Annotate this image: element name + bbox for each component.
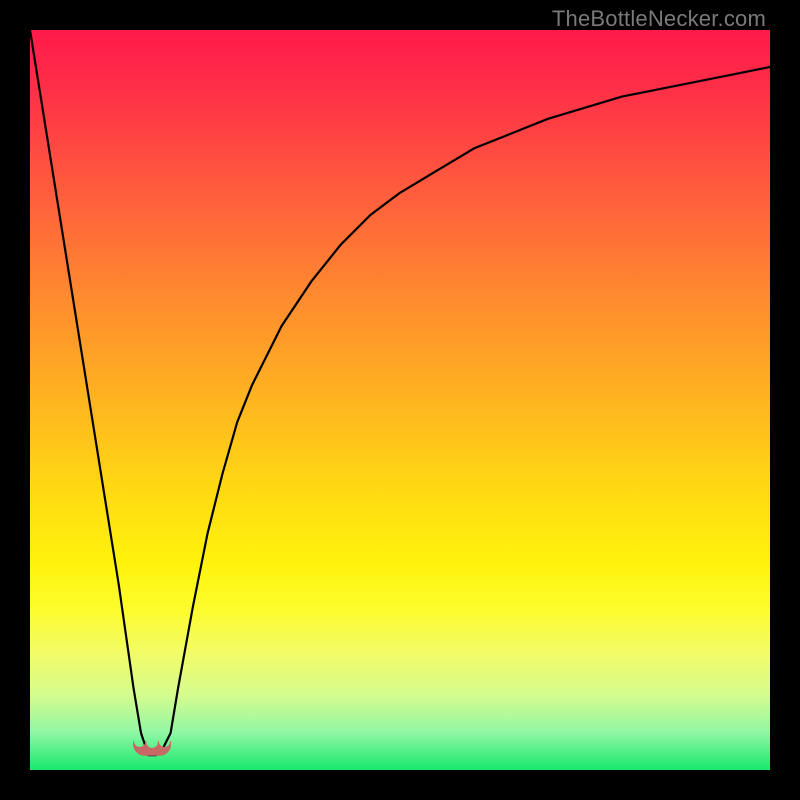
watermark-text: TheBottleNecker.com xyxy=(552,6,766,32)
bottleneck-curve-svg xyxy=(30,30,770,770)
chart-frame: TheBottleNecker.com xyxy=(0,0,800,800)
plot-area xyxy=(30,30,770,770)
bottleneck-curve-path xyxy=(30,30,770,755)
